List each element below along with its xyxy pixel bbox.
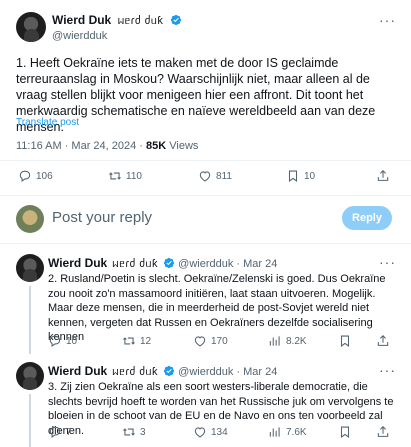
- author-block[interactable]: Wierd Duk ᥕᥱɾძ ძᥙƙ @wierdduk: [52, 12, 182, 44]
- author-name[interactable]: Wierd Duk: [52, 13, 111, 27]
- reply-action[interactable]: 10: [48, 334, 77, 348]
- like-icon: [199, 171, 211, 182]
- share-action[interactable]: [376, 425, 390, 439]
- share-icon: [377, 335, 389, 346]
- bookmark-action[interactable]: [338, 425, 352, 439]
- divider: [0, 243, 411, 244]
- translate-link[interactable]: Translate post: [16, 117, 79, 128]
- share-action[interactable]: [376, 169, 390, 183]
- repost-count: 110: [126, 170, 142, 182]
- repost-icon: [123, 428, 135, 436]
- tweet-timestamp[interactable]: 11:16 AM · Mar 24, 2024 ·: [16, 140, 146, 152]
- like-action[interactable]: 134: [193, 425, 228, 439]
- share-icon: [377, 426, 389, 437]
- reply-input[interactable]: Post your reply: [52, 209, 152, 226]
- reply-author-script: ᥕᥱɾძ ძᥙƙ: [112, 258, 159, 270]
- reply-author-handle[interactable]: @wierdduk: [178, 366, 233, 378]
- author-handle[interactable]: @wierdduk: [52, 29, 182, 44]
- like-icon: [194, 336, 206, 347]
- more-icon[interactable]: ···: [379, 363, 395, 380]
- bookmark-icon: [340, 426, 350, 438]
- reply-date[interactable]: · Mar 24: [236, 258, 277, 270]
- reply-button[interactable]: Reply: [342, 206, 392, 230]
- repost-count: 12: [140, 335, 152, 347]
- author-name-script: ᥕᥱɾძ ძᥙƙ: [117, 15, 164, 27]
- reply-icon: [49, 426, 61, 438]
- author-avatar[interactable]: [16, 12, 46, 42]
- views-label: Views: [166, 140, 199, 152]
- like-count: 170: [211, 335, 228, 347]
- share-action[interactable]: [376, 334, 390, 348]
- bookmark-action[interactable]: [338, 334, 352, 348]
- like-action[interactable]: 170: [193, 334, 228, 348]
- reply-author-avatar[interactable]: [16, 362, 44, 390]
- views-count: 8.2K: [286, 335, 307, 347]
- like-icon: [194, 427, 206, 438]
- reply-author-handle[interactable]: @wierdduk: [178, 258, 233, 270]
- share-icon: [377, 170, 389, 181]
- reply-icon: [19, 170, 31, 182]
- divider: [0, 195, 411, 196]
- more-icon[interactable]: ···: [379, 255, 395, 272]
- reply-author-name[interactable]: Wierd Duk: [48, 364, 107, 378]
- bookmark-icon: [288, 170, 298, 182]
- like-action[interactable]: 811: [198, 169, 232, 183]
- divider: [0, 160, 411, 161]
- reply-count: 7: [66, 426, 72, 438]
- repost-action[interactable]: 110: [108, 169, 142, 183]
- reply-header: Wierd Duk ᥕᥱɾძ ძᥙƙ @wierdduk · Mar 24: [48, 256, 277, 271]
- reply-count: 106: [36, 170, 53, 182]
- views-count: 7.6K: [286, 426, 307, 438]
- bookmark-action[interactable]: 10: [286, 169, 315, 183]
- reply-action[interactable]: 7: [48, 425, 72, 439]
- bookmark-count: 10: [304, 170, 316, 182]
- like-count: 811: [216, 170, 232, 182]
- reply-author-name[interactable]: Wierd Duk: [48, 256, 107, 270]
- verified-badge-icon: [163, 365, 175, 377]
- views-icon: [269, 427, 280, 437]
- reply-icon: [49, 335, 61, 347]
- reply-header: Wierd Duk ᥕᥱɾძ ძᥙƙ @wierdduk · Mar 24: [48, 364, 277, 379]
- views-icon: [269, 336, 280, 346]
- tweet-meta: 11:16 AM · Mar 24, 2024 · 85K Views: [16, 140, 198, 152]
- verified-badge-icon: [163, 257, 175, 269]
- main-action-bar: 106 110 811 10: [0, 169, 411, 189]
- reply-author-avatar[interactable]: [16, 254, 44, 282]
- views-action[interactable]: 8.2K: [268, 334, 307, 348]
- reply-action[interactable]: 106: [18, 169, 53, 183]
- repost-action[interactable]: 12: [122, 334, 151, 348]
- verified-badge-icon: [170, 14, 181, 26]
- reply-count: 10: [66, 335, 78, 347]
- repost-action[interactable]: 3: [122, 425, 146, 439]
- repost-count: 3: [140, 426, 146, 438]
- repost-icon: [123, 337, 135, 345]
- reply-action-bar: 10 12 170 8.2K: [0, 334, 411, 354]
- views-action[interactable]: 7.6K: [268, 425, 307, 439]
- repost-icon: [109, 172, 121, 180]
- more-icon[interactable]: ···: [379, 13, 395, 30]
- reply-date[interactable]: · Mar 24: [236, 366, 277, 378]
- views-count: 85K: [146, 140, 167, 152]
- current-user-avatar[interactable]: [16, 205, 44, 233]
- reply-action-bar: 7 3 134 7.6K: [0, 425, 411, 445]
- like-count: 134: [211, 426, 228, 438]
- reply-author-script: ᥕᥱɾძ ძᥙƙ: [112, 366, 159, 378]
- bookmark-icon: [340, 335, 350, 347]
